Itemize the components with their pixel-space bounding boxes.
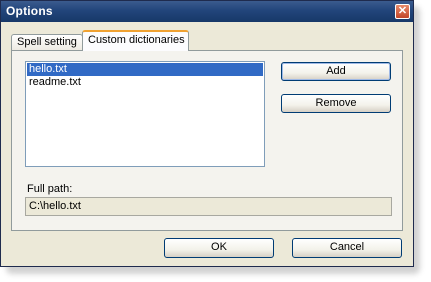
tab-spell-setting[interactable]: Spell setting <box>11 34 83 51</box>
list-item[interactable]: readme.txt <box>27 76 263 89</box>
full-path-label: Full path: <box>27 183 73 195</box>
ok-button[interactable]: OK <box>164 238 274 258</box>
add-button[interactable]: Add <box>281 62 391 81</box>
remove-button[interactable]: Remove <box>281 94 391 113</box>
custom-dictionaries-panel: hello.txt readme.txt Add Remove Full pat… <box>11 50 403 231</box>
options-dialog: Options ✕ Spell setting Custom dictionar… <box>0 0 414 267</box>
cancel-button[interactable]: Cancel <box>292 238 402 258</box>
dictionary-list[interactable]: hello.txt readme.txt <box>25 61 265 167</box>
full-path-field: C:\hello.txt <box>25 197 392 216</box>
dialog-title: Options <box>6 4 53 18</box>
title-bar[interactable]: Options ✕ <box>1 1 413 22</box>
close-icon[interactable]: ✕ <box>395 4 410 19</box>
tab-custom-dictionaries[interactable]: Custom dictionaries <box>82 30 189 51</box>
list-item[interactable]: hello.txt <box>27 63 263 76</box>
